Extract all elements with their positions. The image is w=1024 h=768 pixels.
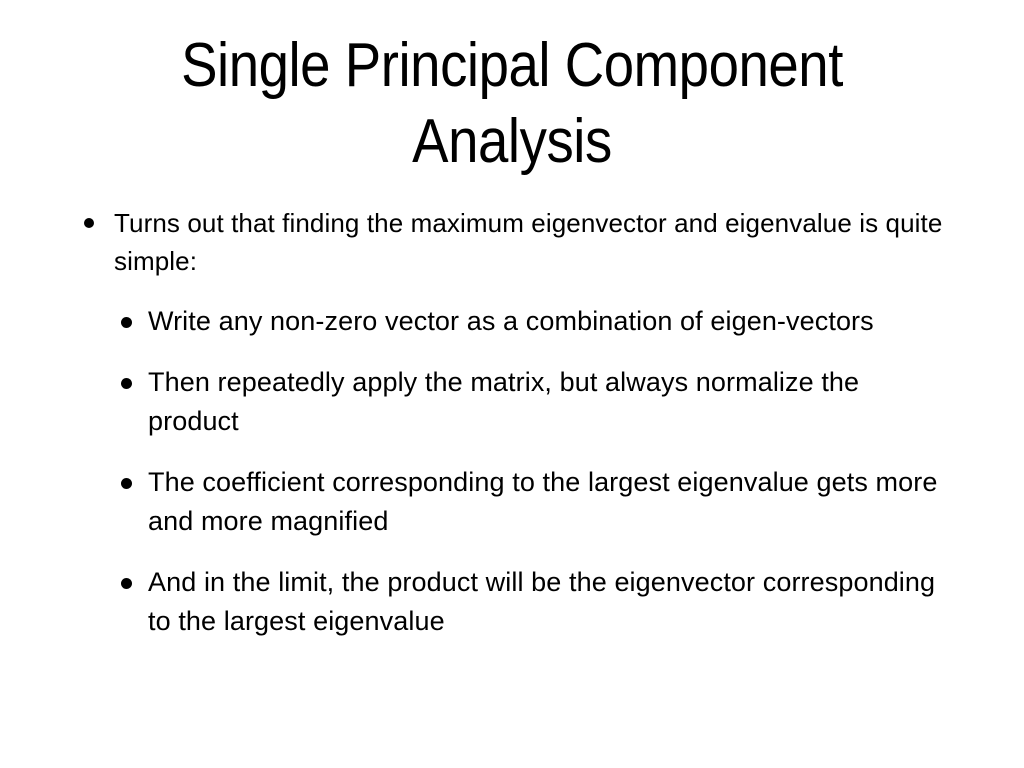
bullet-text-level1: Turns out that finding the maximum eigen… xyxy=(114,208,943,276)
bullet-text-level2: And in the limit, the product will be th… xyxy=(148,567,936,636)
bullet-text-level2: The coefficient corresponding to the lar… xyxy=(148,467,938,536)
round-bullet-icon xyxy=(121,317,132,328)
list-item: And in the limit, the product will be th… xyxy=(0,563,1024,641)
round-bullet-icon xyxy=(84,218,94,228)
round-bullet-icon xyxy=(121,578,132,589)
slide-title-line-2: Analysis xyxy=(412,107,612,176)
slide-title-line-1: Single Principal Component xyxy=(181,31,843,100)
list-item: Then repeatedly apply the matrix, but al… xyxy=(0,363,1024,441)
slide-body: Turns out that finding the maximum eigen… xyxy=(0,204,1024,663)
round-bullet-icon xyxy=(121,478,132,489)
sub-bullet-list: Write any non-zero vector as a combinati… xyxy=(0,302,1024,641)
list-item: Write any non-zero vector as a combinati… xyxy=(0,302,1024,341)
round-bullet-icon xyxy=(121,378,132,389)
presentation-slide: Single Principal Component Analysis Turn… xyxy=(0,0,1024,768)
bullet-text-level2: Then repeatedly apply the matrix, but al… xyxy=(148,367,860,436)
list-item: The coefficient corresponding to the lar… xyxy=(0,463,1024,541)
list-item: Turns out that finding the maximum eigen… xyxy=(0,204,1024,280)
bullet-text-level2: Write any non-zero vector as a combinati… xyxy=(148,306,874,336)
slide-title: Single Principal Component Analysis xyxy=(60,28,964,180)
